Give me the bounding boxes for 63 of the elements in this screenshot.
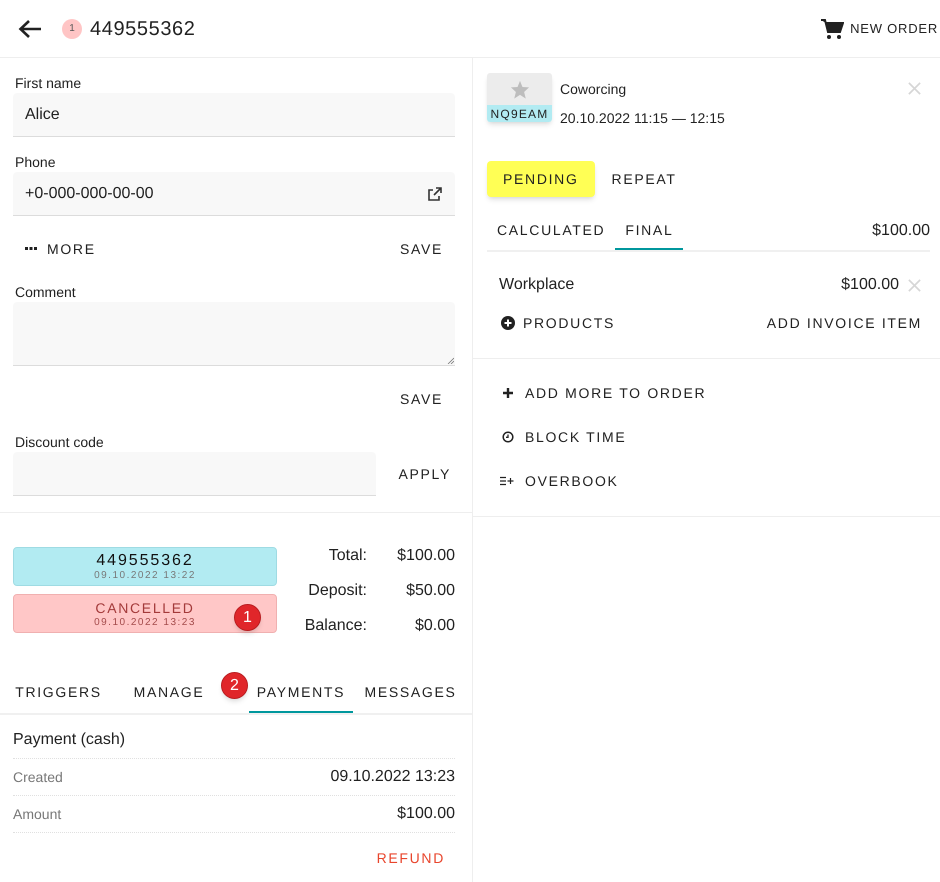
booking-time: 20.10.2022 11:15 — 12:15 — [560, 108, 726, 128]
tab[interactable]: MESSAGES — [353, 673, 468, 713]
status-time: 09.10.2022 13:22 — [94, 570, 196, 582]
comment-field[interactable] — [13, 302, 455, 366]
refund-button[interactable]: REFUND — [366, 848, 455, 868]
remove-icon[interactable] — [907, 278, 922, 292]
tab[interactable]: MANAGE — [117, 673, 221, 713]
star-icon — [510, 80, 530, 98]
field-label: Comment — [15, 283, 77, 302]
price-total: $100.00 — [872, 221, 930, 241]
callout-marker: 2 — [221, 672, 248, 699]
more-button[interactable]: MORE — [13, 238, 96, 260]
list-plus-icon — [500, 476, 515, 486]
cart-icon — [820, 18, 844, 40]
row-label: Created — [13, 768, 63, 786]
row-value: 09.10.2022 13:23 — [330, 767, 455, 787]
discount-code-field[interactable] — [13, 452, 376, 496]
booking-code: NQ9EAM — [487, 105, 552, 122]
resize-grip-icon — [447, 357, 454, 364]
pending-button[interactable]: PENDING — [487, 161, 595, 197]
order-number: 449555362 — [90, 16, 196, 42]
add-invoice-item-button[interactable]: ADD INVOICE ITEM — [766, 312, 922, 334]
back-arrow-icon[interactable] — [18, 18, 42, 38]
status-title: CANCELLED — [95, 598, 195, 616]
tab[interactable]: PAYMENTS — [249, 673, 353, 713]
repeat-button[interactable]: REPEAT — [596, 161, 693, 197]
products-button[interactable]: PRODUCTS — [501, 312, 615, 334]
field-label: Discount code — [15, 433, 105, 452]
tab[interactable]: TRIGGERS — [0, 673, 117, 713]
item-name: Workplace — [499, 275, 576, 295]
tab[interactable]: FINAL — [615, 212, 684, 250]
total-value: $50.00 — [405, 580, 455, 600]
tab[interactable]: CALCULATED — [487, 212, 616, 250]
status-time: 09.10.2022 13:23 — [94, 616, 196, 628]
status-title: 449555362 — [96, 552, 194, 570]
phone-field[interactable]: +0-000-000-00-00 — [13, 172, 455, 216]
total-value: $0.00 — [414, 616, 455, 636]
action-button[interactable]: ADD MORE TO ORDER — [500, 371, 706, 415]
count-badge: 1 — [62, 18, 82, 38]
action-button[interactable]: OVERBOOK — [500, 459, 619, 503]
total-label: Balance: — [304, 616, 367, 636]
total-value: $100.00 — [396, 546, 455, 566]
item-price: $100.00 — [841, 275, 899, 295]
payment-title: Payment (cash) — [13, 715, 455, 759]
field-label: First name — [15, 74, 82, 93]
total-label: Total: — [328, 546, 367, 566]
plus-icon — [502, 387, 514, 399]
row-value: $100.00 — [397, 804, 455, 824]
first-name-field[interactable]: Alice — [13, 93, 455, 137]
total-label: Deposit: — [307, 580, 367, 600]
save-button[interactable]: SAVE — [388, 238, 455, 260]
booking-title: Coworcing — [560, 80, 628, 99]
external-link-icon[interactable] — [427, 186, 443, 202]
field-label: Phone — [15, 153, 56, 172]
add-circle-icon — [501, 316, 515, 330]
new-order-button[interactable]: NEW ORDER — [820, 18, 938, 40]
row-label: Amount — [13, 804, 62, 824]
clock-icon — [502, 431, 514, 443]
close-icon[interactable] — [907, 81, 922, 96]
more-icon — [25, 247, 37, 251]
save-button[interactable]: SAVE — [388, 388, 455, 410]
action-button[interactable]: BLOCK TIME — [500, 415, 626, 459]
apply-button[interactable]: APPLY — [390, 464, 459, 484]
